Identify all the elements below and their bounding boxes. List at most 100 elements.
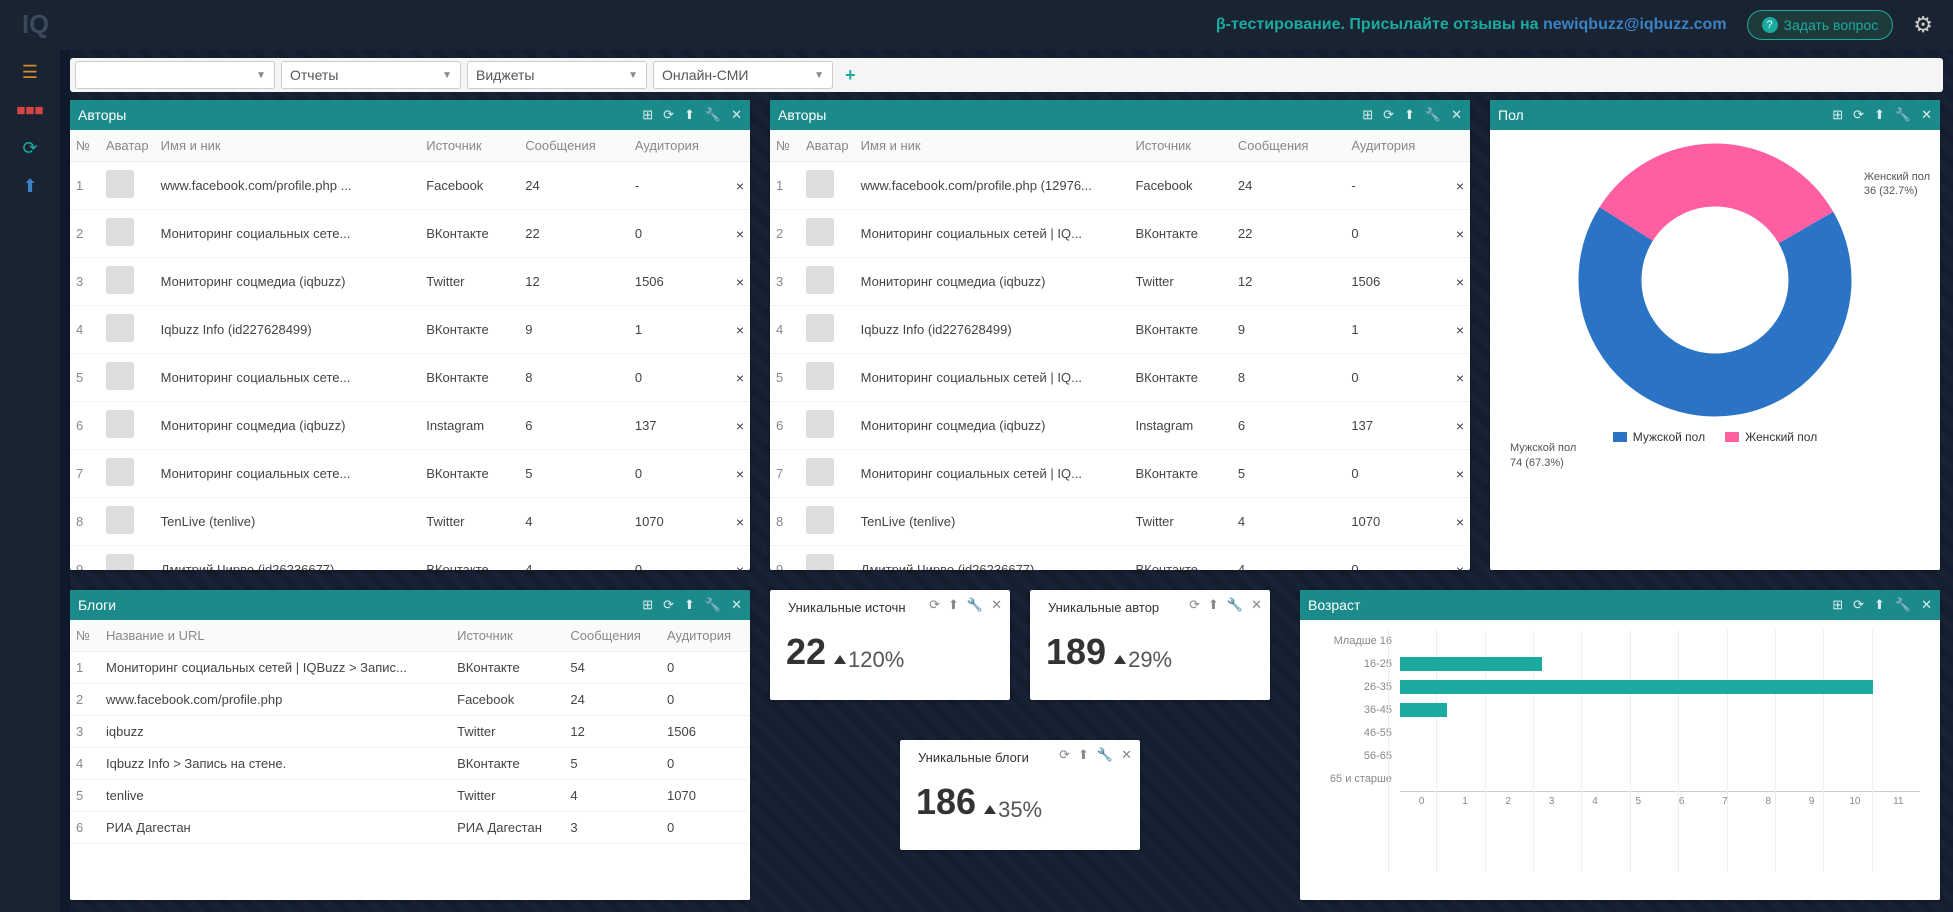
table-row[interactable]: 6Мониторинг соцмедиа (iqbuzz)Instagram61… — [70, 402, 750, 450]
refresh-icon[interactable]: ⟳ — [1383, 107, 1394, 123]
table-row[interactable]: 5tenliveTwitter41070 — [70, 780, 750, 812]
table-row[interactable]: 1www.facebook.com/profile.php ...Faceboo… — [70, 162, 750, 210]
refresh-icon[interactable]: ⟳ — [663, 107, 674, 123]
dropdown-1[interactable]: ▼ — [75, 61, 275, 89]
table-row[interactable]: 2www.facebook.com/profile.phpFacebook240 — [70, 684, 750, 716]
ask-question-button[interactable]: ? Задать вопрос — [1747, 10, 1894, 40]
metric-title: Уникальные автор — [1038, 594, 1169, 615]
remove-row-icon[interactable]: × — [1450, 162, 1470, 210]
export-icon[interactable]: ⬆ — [1404, 107, 1415, 123]
table-row[interactable]: 3iqbuzzTwitter121506 — [70, 716, 750, 748]
refresh-icon[interactable]: ⟳ — [1853, 597, 1864, 613]
settings-icon[interactable]: 🔧 — [967, 597, 983, 613]
export-icon[interactable]: ⬆ — [684, 597, 695, 613]
table-row[interactable]: 8TenLive (tenlive)Twitter41070× — [770, 498, 1470, 546]
bar-label: 65 и старше — [1320, 773, 1400, 785]
settings-icon[interactable]: 🔧 — [705, 107, 721, 123]
avatar — [806, 458, 834, 486]
remove-row-icon[interactable]: × — [1450, 450, 1470, 498]
add-icon[interactable]: ⊞ — [1832, 597, 1843, 613]
add-icon[interactable]: ⊞ — [642, 107, 653, 123]
remove-row-icon[interactable]: × — [730, 162, 750, 210]
remove-row-icon[interactable]: × — [1450, 306, 1470, 354]
close-icon[interactable]: ✕ — [991, 597, 1002, 613]
add-icon[interactable]: ⊞ — [1832, 107, 1843, 123]
settings-icon[interactable]: 🔧 — [1227, 597, 1243, 613]
close-icon[interactable]: ✕ — [1921, 597, 1932, 613]
close-icon[interactable]: ✕ — [1251, 597, 1262, 613]
close-icon[interactable]: ✕ — [1921, 107, 1932, 123]
table-row[interactable]: 1www.facebook.com/profile.php (12976...F… — [770, 162, 1470, 210]
export-icon[interactable]: ⬆ — [1874, 107, 1885, 123]
settings-icon[interactable]: 🔧 — [1895, 107, 1911, 123]
table-row[interactable]: 4Iqbuzz Info > Запись на стене.ВКонтакте… — [70, 748, 750, 780]
remove-row-icon[interactable]: × — [1450, 402, 1470, 450]
table-row[interactable]: 7Мониторинг социальных сетей | IQ...ВКон… — [770, 450, 1470, 498]
male-label: Мужской пол74 (67.3%) — [1510, 441, 1576, 470]
close-icon[interactable]: ✕ — [731, 107, 742, 123]
table-row[interactable]: 4Iqbuzz Info (id227628499)ВКонтакте91× — [770, 306, 1470, 354]
remove-row-icon[interactable]: × — [1450, 498, 1470, 546]
refresh-icon[interactable]: ⟳ — [20, 138, 40, 158]
bar-label: Младше 16 — [1320, 635, 1400, 647]
grid-icon[interactable]: ⏹⏹⏹ — [20, 100, 40, 120]
table-row[interactable]: 3Мониторинг соцмедиа (iqbuzz)Twitter1215… — [70, 258, 750, 306]
settings-icon[interactable]: 🔧 — [1097, 747, 1113, 763]
remove-row-icon[interactable]: × — [1450, 210, 1470, 258]
remove-row-icon[interactable]: × — [1450, 354, 1470, 402]
refresh-icon[interactable]: ⟳ — [1059, 747, 1070, 763]
settings-icon[interactable]: 🔧 — [705, 597, 721, 613]
refresh-icon[interactable]: ⟳ — [1189, 597, 1200, 613]
settings-icon[interactable]: 🔧 — [1895, 597, 1911, 613]
refresh-icon[interactable]: ⟳ — [929, 597, 940, 613]
table-row[interactable]: 3Мониторинг соцмедиа (iqbuzz)Twitter1215… — [770, 258, 1470, 306]
remove-row-icon[interactable]: × — [730, 450, 750, 498]
table-row[interactable]: 2Мониторинг социальных сете...ВКонтакте2… — [70, 210, 750, 258]
add-icon[interactable]: ⊞ — [1362, 107, 1373, 123]
remove-row-icon[interactable]: × — [1450, 258, 1470, 306]
close-icon[interactable]: ✕ — [1451, 107, 1462, 123]
remove-row-icon[interactable]: × — [730, 546, 750, 571]
add-tab-button[interactable]: + — [839, 65, 862, 86]
table-row[interactable]: 5Мониторинг социальных сете...ВКонтакте8… — [70, 354, 750, 402]
export-icon[interactable]: ⬆ — [1874, 597, 1885, 613]
remove-row-icon[interactable]: × — [730, 402, 750, 450]
table-row[interactable]: 1Мониторинг социальных сетей | IQBuzz > … — [70, 652, 750, 684]
dropdown-online-media[interactable]: Онлайн-СМИ▼ — [653, 61, 833, 89]
table-row[interactable]: 8TenLive (tenlive)Twitter41070× — [70, 498, 750, 546]
upload-icon[interactable]: ⬆ — [20, 176, 40, 196]
add-icon[interactable]: ⊞ — [642, 597, 653, 613]
remove-row-icon[interactable]: × — [730, 210, 750, 258]
remove-row-icon[interactable]: × — [730, 306, 750, 354]
remove-row-icon[interactable]: × — [730, 498, 750, 546]
remove-row-icon[interactable]: × — [1450, 546, 1470, 571]
refresh-icon[interactable]: ⟳ — [663, 597, 674, 613]
avatar — [106, 362, 134, 390]
export-icon[interactable]: ⬆ — [684, 107, 695, 123]
logo[interactable]: IQ — [20, 9, 80, 41]
dropdown-widgets[interactable]: Виджеты▼ — [467, 61, 647, 89]
table-row[interactable]: 9Дмитрий Чирво (id26236677)ВКонтакте40× — [70, 546, 750, 571]
remove-row-icon[interactable]: × — [730, 354, 750, 402]
up-arrow-icon — [1114, 655, 1126, 664]
dropdown-reports[interactable]: Отчеты▼ — [281, 61, 461, 89]
gear-icon[interactable]: ⚙ — [1913, 12, 1933, 38]
export-icon[interactable]: ⬆ — [1078, 747, 1089, 763]
table-row[interactable]: 7Мониторинг социальных сете...ВКонтакте5… — [70, 450, 750, 498]
table-row[interactable]: 5Мониторинг социальных сетей | IQ...ВКон… — [770, 354, 1470, 402]
refresh-icon[interactable]: ⟳ — [1853, 107, 1864, 123]
table-row[interactable]: 6Мониторинг соцмедиа (iqbuzz)Instagram61… — [770, 402, 1470, 450]
beta-email-link[interactable]: newiqbuzz@iqbuzz.com — [1543, 16, 1727, 33]
table-row[interactable]: 4Iqbuzz Info (id227628499)ВКонтакте91× — [70, 306, 750, 354]
export-icon[interactable]: ⬆ — [948, 597, 959, 613]
close-icon[interactable]: ✕ — [731, 597, 742, 613]
remove-row-icon[interactable]: × — [730, 258, 750, 306]
export-icon[interactable]: ⬆ — [1208, 597, 1219, 613]
table-row[interactable]: 6РИА ДагестанРИА Дагестан30 — [70, 812, 750, 844]
settings-icon[interactable]: 🔧 — [1425, 107, 1441, 123]
menu-icon[interactable]: ☰ — [20, 62, 40, 82]
table-row[interactable]: 2Мониторинг социальных сетей | IQ...ВКон… — [770, 210, 1470, 258]
close-icon[interactable]: ✕ — [1121, 747, 1132, 763]
table-row[interactable]: 9Дмитрий Чирво (id26236677)ВКонтакте40× — [770, 546, 1470, 571]
avatar — [106, 266, 134, 294]
